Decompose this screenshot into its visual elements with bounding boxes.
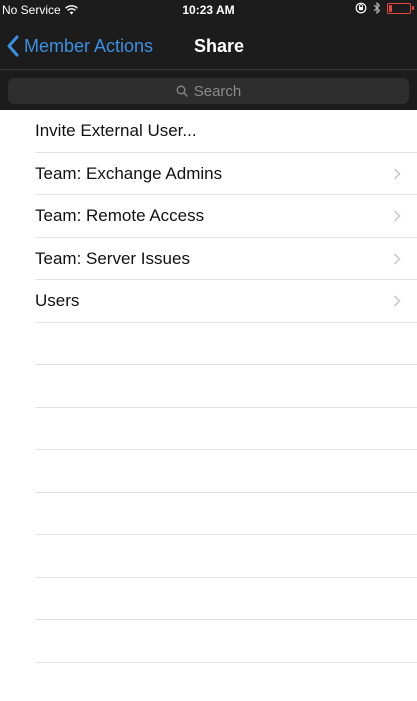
chevron-right-icon	[393, 210, 401, 222]
battery-level	[389, 4, 392, 12]
top-bar: No Service 10:23 AM Member Actions Share…	[0, 0, 417, 110]
battery-icon	[387, 2, 414, 14]
nav-divider	[0, 69, 417, 70]
chevron-right-icon	[393, 253, 401, 265]
status-bar: No Service 10:23 AM	[0, 0, 417, 20]
empty-row	[0, 620, 417, 663]
status-icons	[355, 2, 414, 14]
list-item-label: Invite External User...	[35, 121, 197, 141]
page-title: Share	[194, 35, 245, 56]
empty-row	[0, 450, 417, 493]
list-item-label: Team: Server Issues	[35, 248, 190, 268]
share-list: Invite External User... Team: Exchange Ad…	[0, 110, 417, 701]
empty-row	[0, 408, 417, 451]
back-button[interactable]: Member Actions	[6, 26, 153, 66]
empty-row	[0, 493, 417, 536]
bluetooth-icon	[373, 2, 381, 14]
empty-row	[0, 663, 417, 701]
list-item[interactable]: Users	[0, 280, 417, 323]
empty-row	[0, 323, 417, 366]
list-item[interactable]: Team: Server Issues	[0, 238, 417, 281]
list-item-label: Users	[35, 291, 80, 311]
empty-row	[0, 578, 417, 621]
chevron-left-icon	[7, 35, 19, 57]
chevron-right-icon	[393, 295, 401, 307]
back-button-label: Member Actions	[24, 35, 154, 56]
empty-row	[0, 535, 417, 578]
list-item[interactable]: Invite External User...	[0, 110, 417, 153]
search-icon	[176, 85, 188, 97]
empty-row	[0, 365, 417, 408]
chevron-right-icon	[393, 168, 401, 180]
search-input[interactable]: Search	[8, 78, 409, 104]
list-item[interactable]: Team: Exchange Admins	[0, 153, 417, 196]
list-item-label: Team: Remote Access	[35, 206, 205, 226]
navigation-bar: Member Actions Share	[0, 26, 417, 66]
search-placeholder: Search	[193, 82, 242, 100]
list-item-label: Team: Exchange Admins	[35, 163, 223, 183]
list-item[interactable]: Team: Remote Access	[0, 195, 417, 238]
lock-rotation-icon	[355, 2, 367, 14]
